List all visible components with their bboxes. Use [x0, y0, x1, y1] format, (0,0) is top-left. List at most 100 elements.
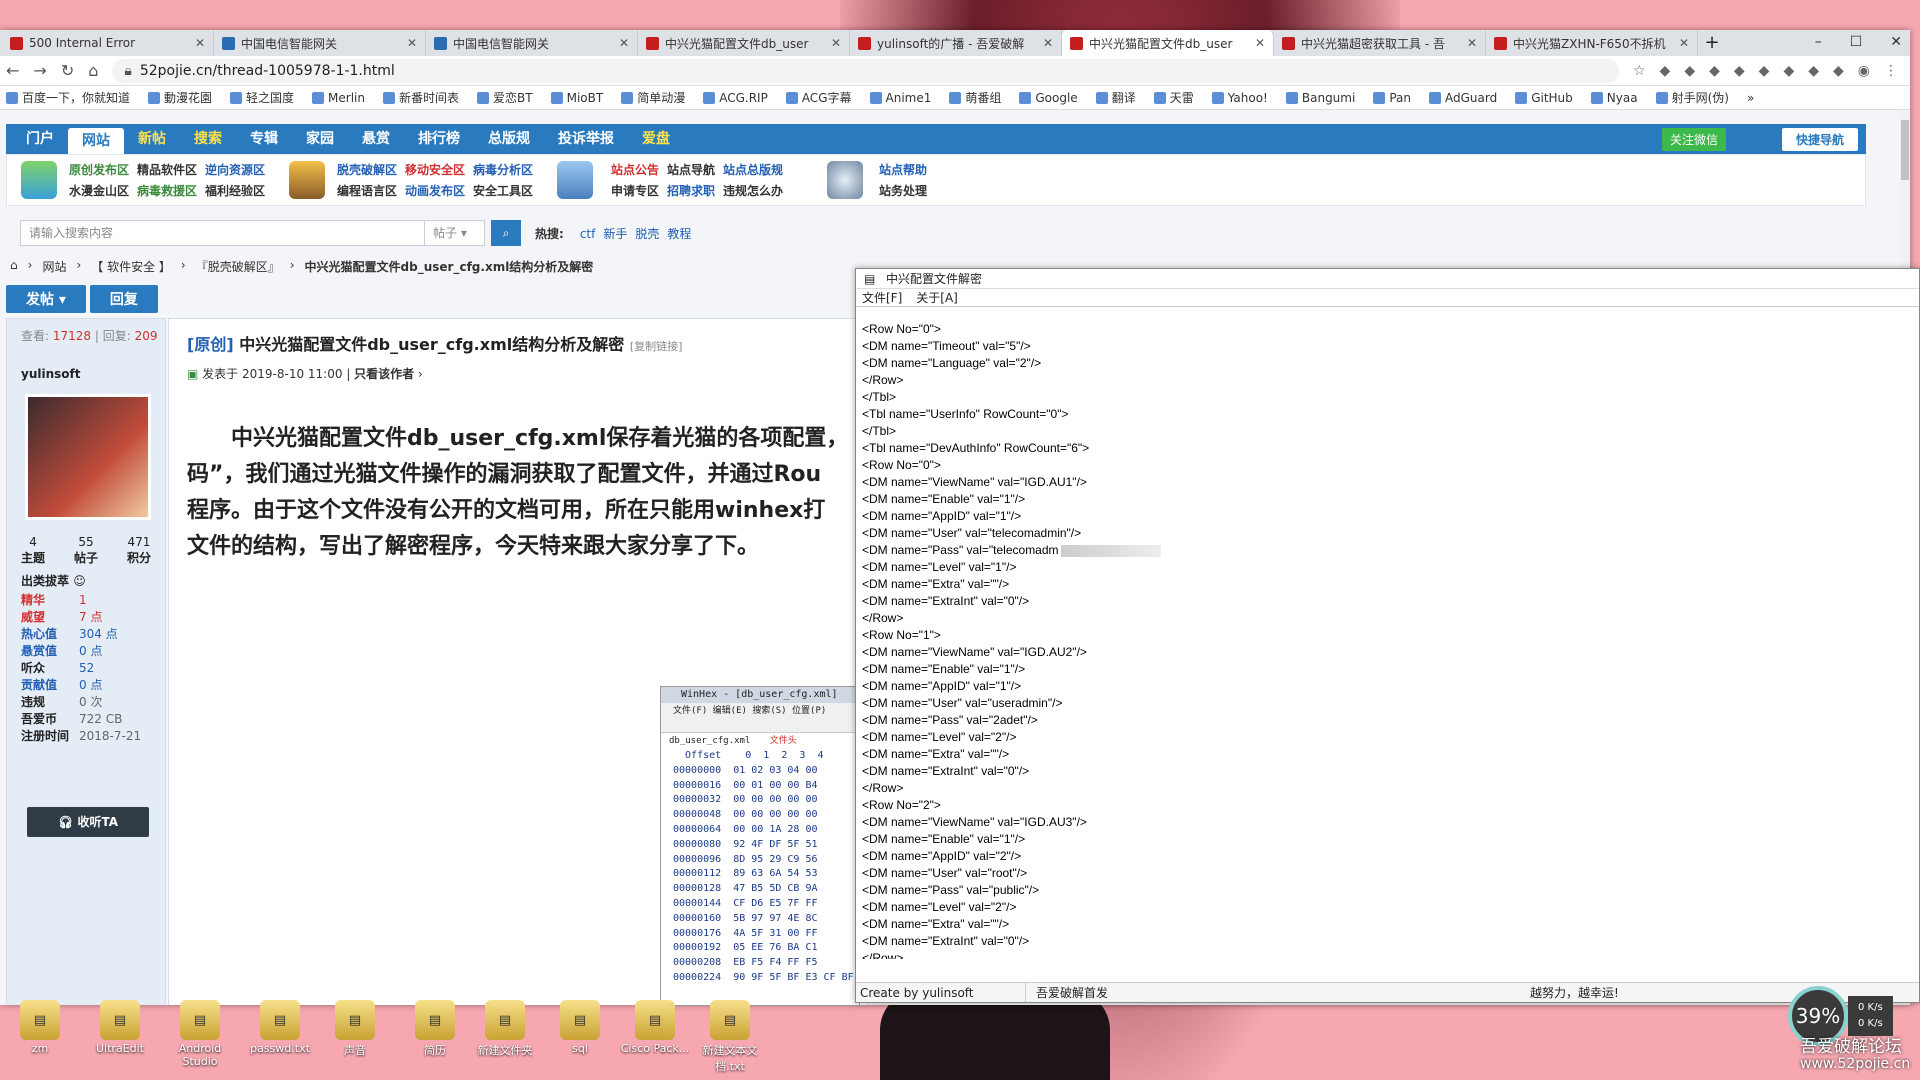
author-stat[interactable]: 55 帖子 [74, 535, 98, 566]
subnav-link[interactable]: 移动安全区 [405, 161, 465, 178]
subnav-link[interactable]: 站务处理 [879, 182, 927, 199]
desktop-icon[interactable]: ▤ sql [540, 1000, 620, 1055]
site-nav-item[interactable]: 总版规 [474, 124, 544, 154]
tab-close-icon[interactable]: ✕ [1043, 36, 1053, 50]
star-icon[interactable]: ☆ [1633, 63, 1646, 79]
browser-tab[interactable]: 中兴光猫配置文件db_user ✕ [638, 30, 850, 56]
new-post-button[interactable]: 发帖 ▾ [6, 285, 86, 313]
browser-tab[interactable]: 500 Internal Error ✕ [2, 30, 214, 56]
bookmark-item[interactable]: Google [1019, 91, 1078, 105]
winhex-menu[interactable]: 文件(F) 编辑(E) 搜索(S) 位置(P) [661, 703, 859, 717]
scrollbar-thumb[interactable] [1901, 120, 1909, 180]
subnav-link[interactable]: 编程语言区 [337, 182, 397, 199]
subnav-link[interactable]: 脱壳破解区 [337, 161, 397, 178]
breadcrumb-item[interactable]: 【 软件安全 】 [91, 258, 171, 275]
subnav-link[interactable]: 申请专区 [611, 182, 659, 199]
extension-icon[interactable]: ◆ [1808, 63, 1819, 79]
extension-icon[interactable]: ◆ [1684, 63, 1695, 79]
subnav-link[interactable]: 水漫金山区 [69, 182, 129, 199]
bookmark-item[interactable]: Nyaa [1590, 91, 1638, 105]
extension-icon[interactable]: ◆ [1783, 63, 1794, 79]
address-bar[interactable]: 🔒︎ 52pojie.cn/thread-1005978-1-1.html [112, 58, 1619, 83]
tab-close-icon[interactable]: ✕ [1255, 36, 1265, 50]
bookmark-item[interactable]: 翻译 [1095, 89, 1136, 106]
bookmark-item[interactable]: 動漫花園 [148, 89, 212, 106]
subnav-link[interactable]: 招聘求职 [667, 182, 715, 199]
browser-tab[interactable]: 中国电信智能网关 ✕ [426, 30, 638, 56]
subnav-link[interactable]: 病毒救援区 [137, 182, 197, 199]
tab-close-icon[interactable]: ✕ [195, 36, 205, 50]
subnav-link[interactable]: 精品软件区 [137, 161, 197, 178]
desktop-icon[interactable]: ▤ UltraEdit [80, 1000, 160, 1055]
bookmark-item[interactable]: Anime1 [869, 91, 931, 105]
subnav-link[interactable]: 安全工具区 [473, 182, 533, 199]
desktop-icon[interactable]: ▤ Cisco Pack... [615, 1000, 695, 1055]
bookmark-item[interactable]: Yahoo! [1211, 91, 1268, 105]
subnav-link[interactable]: 站点总版规 [723, 161, 783, 178]
site-nav-item[interactable]: 家园 [292, 124, 348, 154]
bookmark-item[interactable]: Merlin [312, 91, 365, 105]
author-stat[interactable]: 4 主题 [21, 535, 45, 566]
search-button[interactable]: ⌕ [491, 220, 521, 246]
site-nav-item[interactable]: 网站 [68, 128, 124, 154]
decrypt-menu-item[interactable]: 文件[F] [862, 289, 902, 306]
minimize-icon[interactable]: – [1815, 34, 1822, 50]
xml-output[interactable]: <Row No="0"> <DM name="Timeout" val="5"/>… [862, 321, 1912, 959]
site-nav-item[interactable]: 排行榜 [404, 124, 474, 154]
close-icon[interactable]: ✕ [1890, 34, 1902, 50]
extension-icon[interactable]: ◆ [1709, 63, 1720, 79]
tab-close-icon[interactable]: ✕ [619, 36, 629, 50]
author-name[interactable]: yulinsoft [21, 367, 80, 381]
site-nav-item[interactable]: 专辑 [236, 124, 292, 154]
bookmark-item[interactable]: 轻之国度 [230, 89, 294, 106]
bookmark-item[interactable]: 天雷 [1153, 89, 1194, 106]
hot-search-link[interactable]: ctf [580, 227, 596, 241]
breadcrumb-item[interactable]: 网站 [42, 258, 66, 275]
bookmark-item[interactable]: 简单动漫 [621, 89, 685, 106]
home-icon[interactable]: ⌂ [88, 61, 98, 80]
hot-search-link[interactable]: 新手 [603, 227, 627, 241]
bookmark-item[interactable]: 新番时间表 [383, 89, 459, 106]
back-icon[interactable]: ← [6, 61, 19, 80]
bookmark-item[interactable]: MioBT [550, 91, 603, 105]
tab-close-icon[interactable]: ✕ [1467, 36, 1477, 50]
site-nav-item[interactable]: 投诉举报 [544, 124, 628, 154]
subnav-link[interactable]: 福利经验区 [205, 182, 265, 199]
bookmark-item[interactable]: ACG字幕 [785, 89, 852, 106]
desktop-icon[interactable]: ▤ 简历 [395, 1000, 475, 1058]
decrypt-menu-item[interactable]: 关于[A] [916, 289, 958, 306]
desktop-icon[interactable]: ▤ Android Studio [160, 1000, 240, 1068]
forward-icon[interactable]: → [33, 61, 46, 80]
bookmark-item[interactable]: ACG.RIP [703, 91, 768, 105]
tab-close-icon[interactable]: ✕ [831, 36, 841, 50]
subnav-link[interactable]: 逆向资源区 [205, 161, 265, 178]
home-icon[interactable]: ⌂ [10, 258, 18, 275]
bookmark-item[interactable]: AdGuard [1428, 91, 1497, 105]
desktop-icon[interactable]: ▤ passwd.txt [240, 1000, 320, 1055]
quick-nav-button[interactable]: 快捷导航 [1781, 128, 1858, 151]
bookmark-item[interactable]: 射手网(伪) [1655, 89, 1729, 106]
author-stat[interactable]: 471 积分 [127, 535, 151, 566]
breadcrumb-item[interactable]: 中兴光猫配置文件db_user_cfg.xml结构分析及解密 [305, 258, 594, 275]
post-tag[interactable]: [原创] [187, 335, 234, 354]
bookmark-item[interactable]: Bangumi [1285, 91, 1355, 105]
browser-tab[interactable]: 中兴光猫超密获取工具 - 吾 ✕ [1274, 30, 1486, 56]
author-only-link[interactable]: 只看该作者 [354, 367, 414, 381]
subnav-link[interactable]: 站点公告 [611, 161, 659, 178]
browser-tab[interactable]: yulinsoft的广播 - 吾爱破解 ✕ [850, 30, 1062, 56]
browser-tab[interactable]: 中兴光猫配置文件db_user ✕ [1062, 30, 1274, 56]
profile-avatar-icon[interactable]: ◉ [1858, 63, 1870, 79]
hot-search-link[interactable]: 教程 [667, 227, 691, 241]
browser-tab[interactable]: 中国电信智能网关 ✕ [214, 30, 426, 56]
bookmarks-overflow-icon[interactable]: » [1747, 91, 1754, 105]
site-nav-item[interactable]: 悬赏 [348, 124, 404, 154]
subnav-link[interactable]: 站点导航 [667, 161, 715, 178]
desktop-icon[interactable]: ▤ zm [0, 1000, 80, 1055]
reload-icon[interactable]: ↻ [61, 61, 74, 80]
winhex-tab[interactable]: db_user_cfg.xml 文件头 [661, 733, 859, 749]
extension-icon[interactable]: ◆ [1734, 63, 1745, 79]
site-nav-item[interactable]: 新帖 [124, 124, 180, 154]
bookmark-item[interactable]: GitHub [1515, 91, 1573, 105]
extension-icon[interactable]: ◆ [1833, 63, 1844, 79]
bookmark-item[interactable]: 爱恋BT [477, 89, 533, 106]
